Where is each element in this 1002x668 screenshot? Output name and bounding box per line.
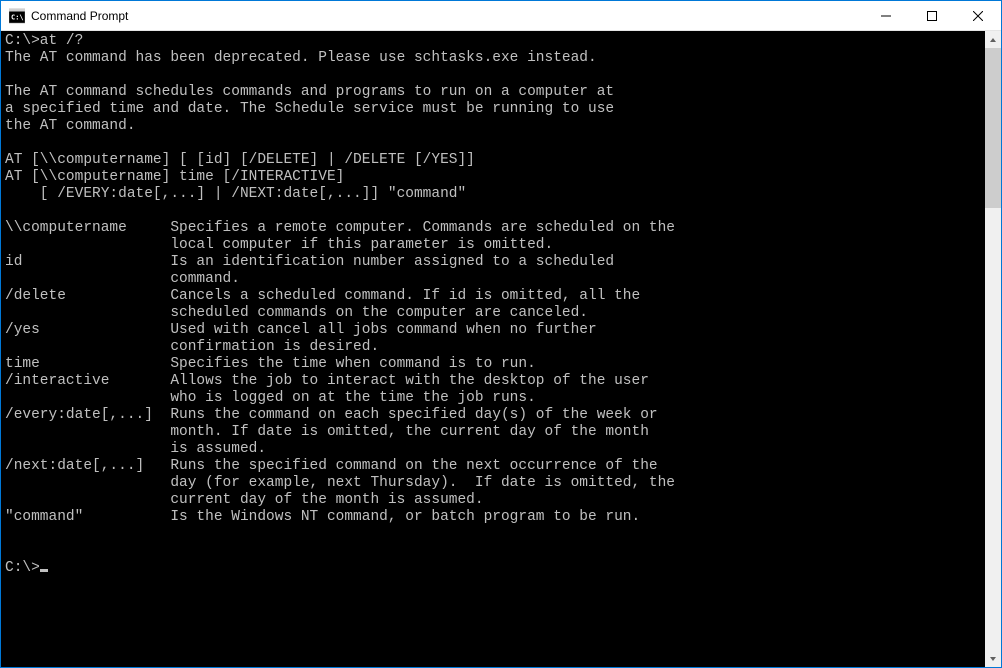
scrollbar-down-arrow-icon[interactable] [985, 650, 1001, 667]
terminal-output[interactable]: C:\>at /? The AT command has been deprec… [1, 31, 985, 667]
terminal-line: /interactive Allows the job to interact … [5, 373, 649, 389]
terminal-line: current day of the month is assumed. [5, 492, 484, 508]
terminal-line: confirmation is desired. [5, 339, 379, 355]
terminal-line: is assumed. [5, 441, 266, 457]
terminal-line: scheduled commands on the computer are c… [5, 305, 588, 321]
terminal-line: /delete Cancels a scheduled command. If … [5, 288, 640, 304]
vertical-scrollbar[interactable] [985, 31, 1001, 667]
terminal-line: /yes Used with cancel all jobs command w… [5, 322, 597, 338]
terminal-line: local computer if this parameter is omit… [5, 237, 553, 253]
titlebar[interactable]: C:\ Command Prompt [1, 1, 1001, 31]
terminal-line: who is logged on at the time the job run… [5, 390, 536, 406]
close-button[interactable] [955, 1, 1001, 30]
terminal-prompt: C:\> [5, 560, 40, 576]
terminal-line: /next:date[,...] Runs the specified comm… [5, 458, 658, 474]
terminal-line: id Is an identification number assigned … [5, 254, 614, 270]
terminal-line: the AT command. [5, 118, 136, 134]
terminal-line: day (for example, next Thursday). If dat… [5, 475, 675, 491]
terminal-line: [ /EVERY:date[,...] | /NEXT:date[,...]] … [5, 186, 466, 202]
command-prompt-window: C:\ Command Prompt C:\>at /? The AT comm… [0, 0, 1002, 668]
terminal-line: a specified time and date. The Schedule … [5, 101, 614, 117]
terminal-line: C:\>at /? [5, 33, 83, 49]
terminal-container: C:\>at /? The AT command has been deprec… [1, 31, 1001, 667]
terminal-line: time Specifies the time when command is … [5, 356, 536, 372]
terminal-line: month. If date is omitted, the current d… [5, 424, 649, 440]
window-title: Command Prompt [31, 9, 863, 23]
terminal-line: /every:date[,...] Runs the command on ea… [5, 407, 658, 423]
terminal-line: The AT command has been deprecated. Plea… [5, 50, 597, 66]
terminal-line: AT [\\computername] [ [id] [/DELETE] | /… [5, 152, 475, 168]
scrollbar-thumb[interactable] [985, 48, 1001, 208]
terminal-line: command. [5, 271, 240, 287]
svg-text:C:\: C:\ [11, 13, 24, 21]
maximize-button[interactable] [909, 1, 955, 30]
window-controls [863, 1, 1001, 30]
cursor [40, 569, 48, 572]
minimize-button[interactable] [863, 1, 909, 30]
terminal-line: "command" Is the Windows NT command, or … [5, 509, 640, 525]
terminal-line: AT [\\computername] time [/INTERACTIVE] [5, 169, 344, 185]
terminal-line: \\computername Specifies a remote comput… [5, 220, 675, 236]
cmd-icon: C:\ [9, 8, 25, 24]
terminal-line: The AT command schedules commands and pr… [5, 84, 614, 100]
scrollbar-up-arrow-icon[interactable] [985, 31, 1001, 48]
